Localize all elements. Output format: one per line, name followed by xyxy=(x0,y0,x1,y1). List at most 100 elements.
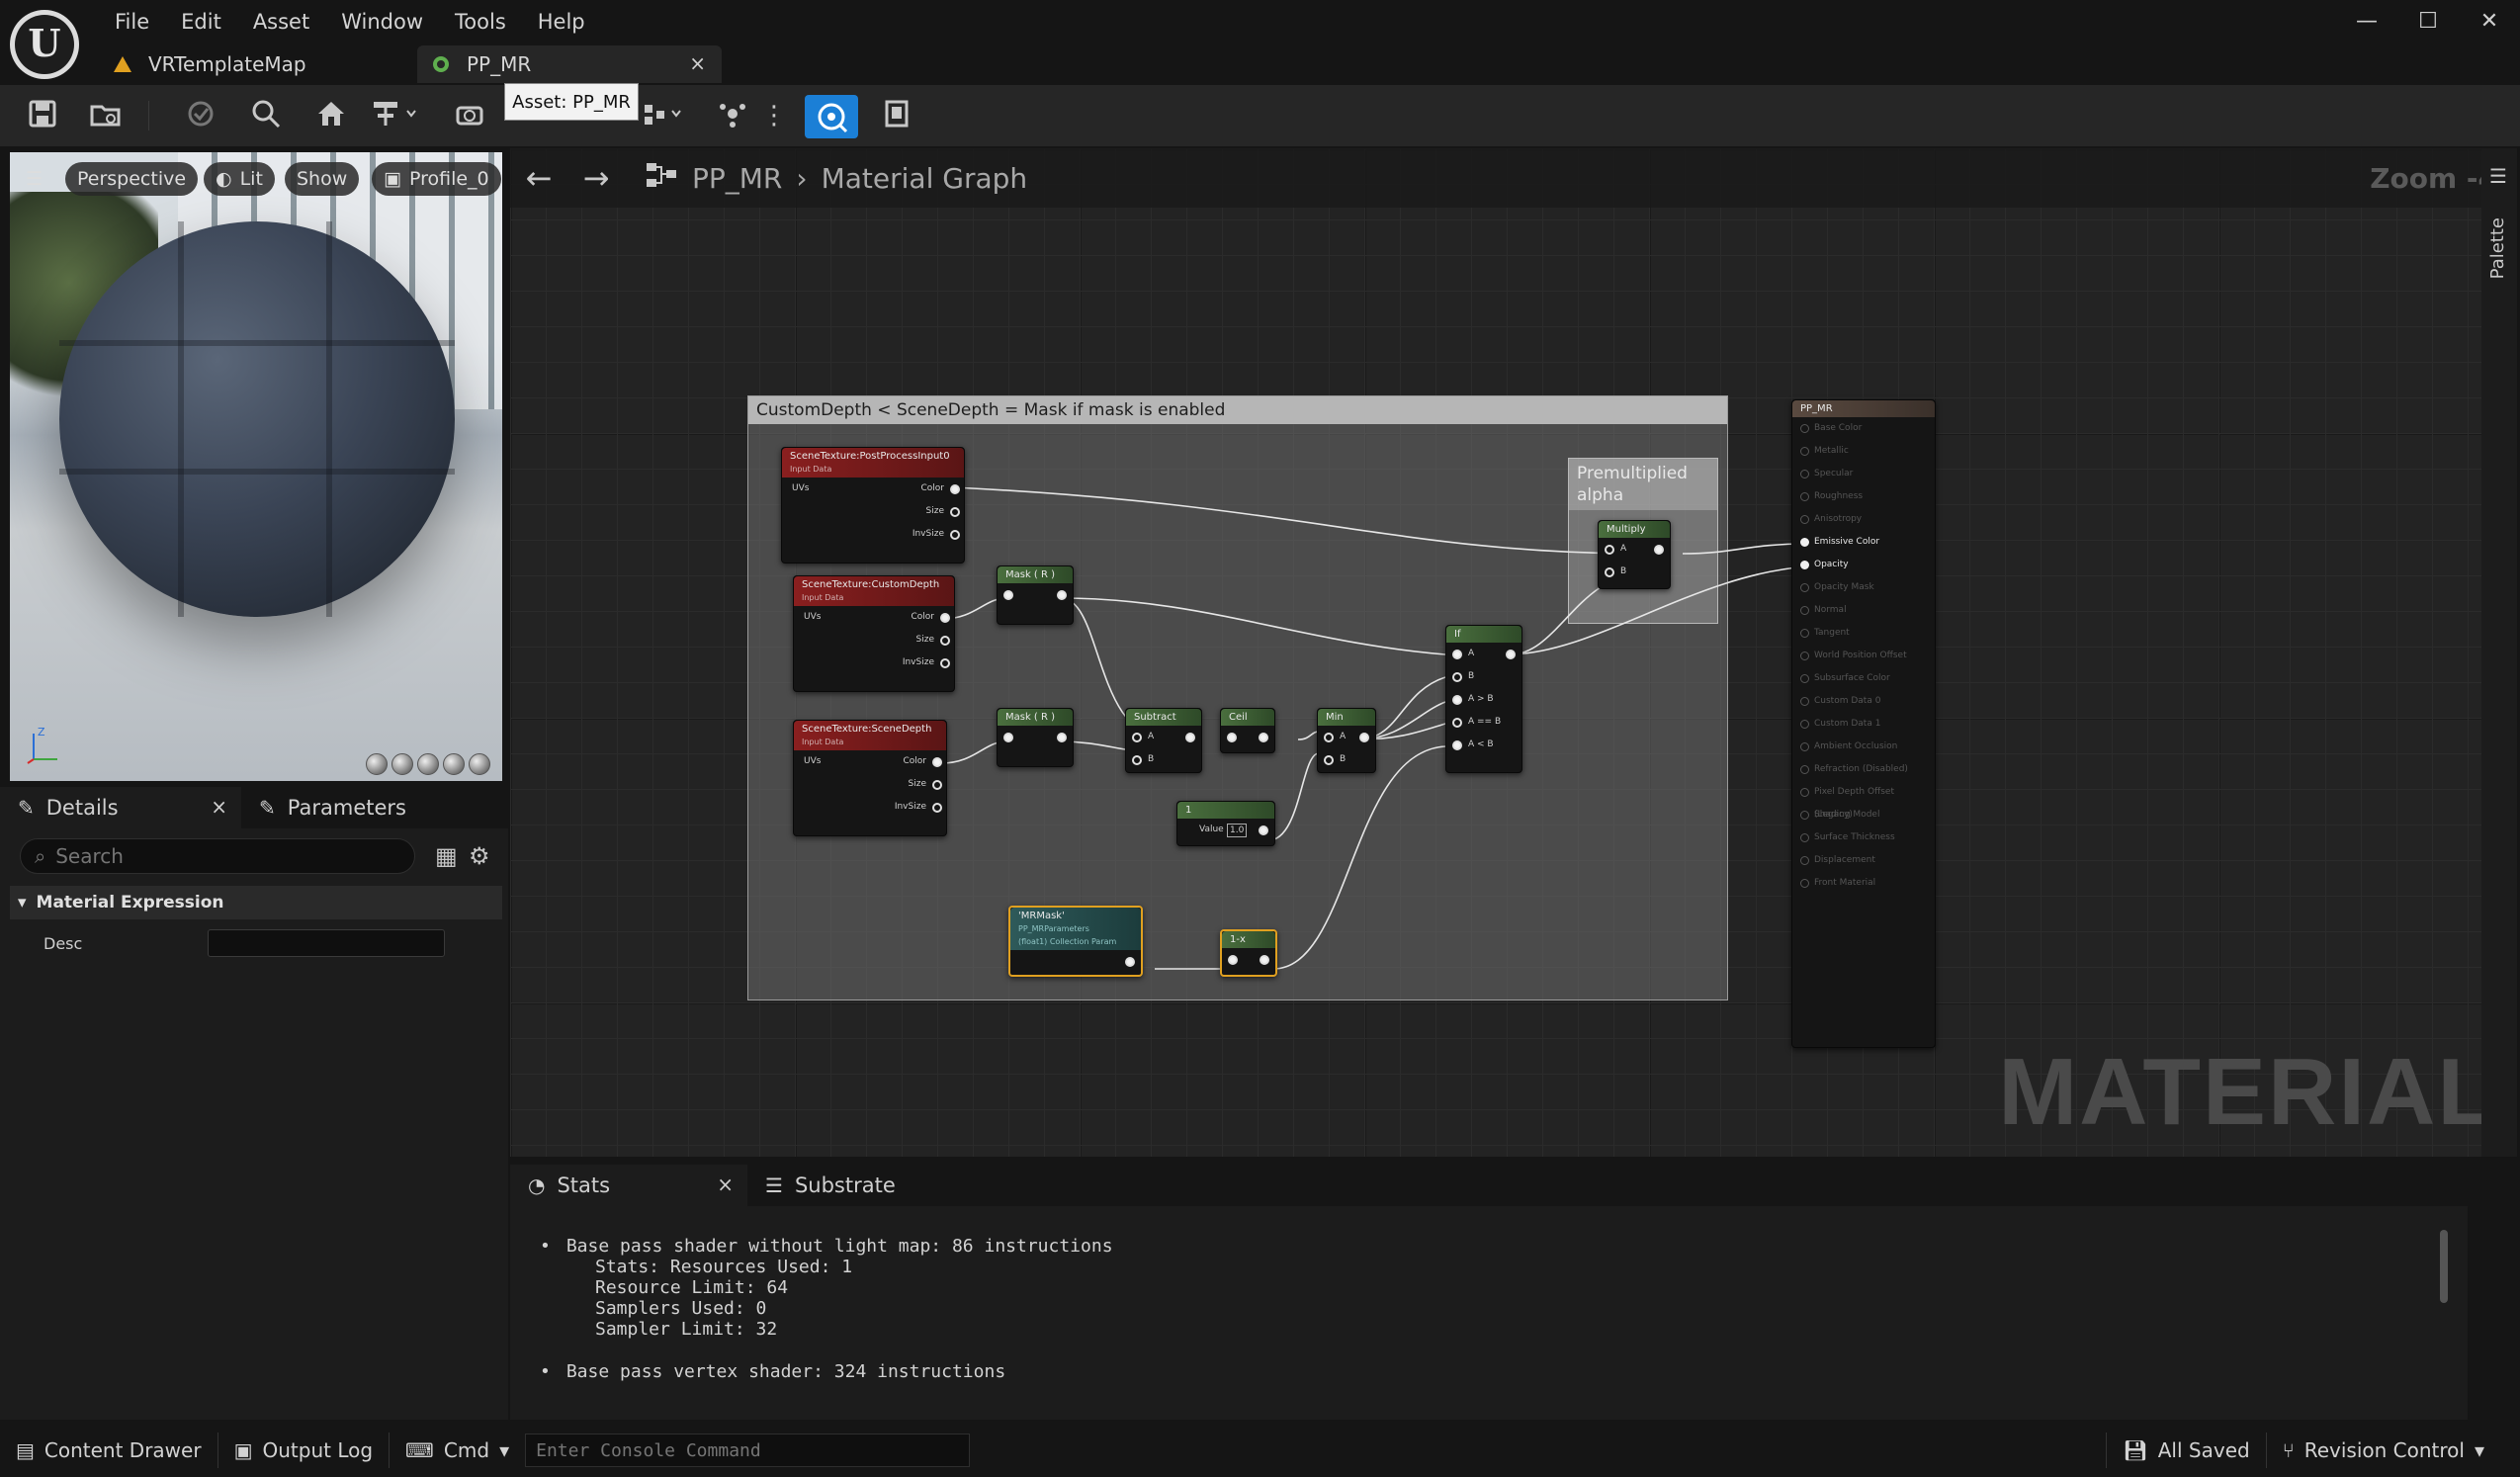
cmd-dropdown[interactable]: ⌨ Cmd ▾ xyxy=(390,1424,525,1477)
tab-stats[interactable]: ◔ Stats × xyxy=(510,1165,747,1206)
pin-b[interactable]: B xyxy=(1468,665,1474,688)
close-tab-icon[interactable]: × xyxy=(689,51,706,75)
pin-b[interactable]: B xyxy=(1620,561,1626,583)
viewport-menu-icon[interactable]: ☰ xyxy=(14,162,54,196)
cube-shape-icon[interactable] xyxy=(443,753,465,775)
pin-dot[interactable] xyxy=(1057,590,1067,600)
stats-scrollbar[interactable] xyxy=(2440,1230,2448,1303)
pin-dot[interactable] xyxy=(950,484,960,494)
material-pin[interactable]: Surface Thickness xyxy=(1792,826,1935,849)
pin-dot[interactable] xyxy=(1800,424,1809,433)
pin-color[interactable]: Color xyxy=(904,750,927,773)
node-constant[interactable]: 1 Value 1.0 xyxy=(1176,801,1275,846)
pin-dot[interactable] xyxy=(1605,545,1614,555)
node-scenetexture-postprocess[interactable]: SceneTexture:PostProcessInput0 Input Dat… xyxy=(781,447,965,564)
pin-dot[interactable] xyxy=(1654,545,1664,555)
material-pin[interactable]: Custom Data 1 xyxy=(1792,713,1935,736)
pin-dot[interactable] xyxy=(1800,447,1809,456)
pin-invsize[interactable]: InvSize xyxy=(912,523,944,546)
camera-icon[interactable] xyxy=(455,99,488,132)
pin-dot[interactable] xyxy=(1800,561,1809,569)
output-log-button[interactable]: ▣ Output Log xyxy=(218,1424,389,1477)
close-window-button[interactable]: ✕ xyxy=(2459,0,2520,43)
palette-menu-icon[interactable]: ☰ xyxy=(2489,164,2507,188)
material-pin[interactable]: Metallic xyxy=(1792,440,1935,463)
pin-a-eq-b[interactable]: A == B xyxy=(1468,711,1501,734)
pin-a[interactable]: A xyxy=(1148,726,1154,748)
menu-window[interactable]: Window xyxy=(325,6,439,38)
pin-dot[interactable] xyxy=(1800,720,1809,729)
breadcrumb-root[interactable]: PP_MR xyxy=(692,162,782,195)
maximize-button[interactable]: ☐ xyxy=(2397,0,2459,43)
pin-dot[interactable] xyxy=(1800,788,1809,797)
pin-dot[interactable] xyxy=(1452,672,1462,682)
pin-a-lt-b[interactable]: A < B xyxy=(1468,734,1494,756)
pin-dot[interactable] xyxy=(1324,755,1334,765)
pin-dot[interactable] xyxy=(1125,957,1135,967)
pin-dot[interactable] xyxy=(1132,755,1142,765)
save-icon[interactable] xyxy=(26,99,59,132)
pin-a[interactable]: A xyxy=(1468,643,1474,665)
material-graph-editor[interactable]: CustomDepth < SceneDepth = Mask if mask … xyxy=(510,148,2507,1157)
node-min[interactable]: Min A B xyxy=(1317,708,1376,773)
pin-uvs[interactable]: UVs xyxy=(804,606,821,629)
details-search-input[interactable] xyxy=(55,844,392,868)
pin-dot[interactable] xyxy=(1605,567,1614,577)
pin-dot[interactable] xyxy=(1452,650,1462,659)
pin-a[interactable]: A xyxy=(1340,726,1346,748)
material-pin[interactable]: Shading Model xyxy=(1792,804,1935,826)
settings-gear-icon[interactable]: ⚙ xyxy=(469,842,490,870)
pin-dot[interactable] xyxy=(1452,718,1462,728)
revision-control-button[interactable]: ⑂ Revision Control ▾ xyxy=(2267,1424,2500,1477)
pin-dot[interactable] xyxy=(1260,955,1269,965)
node-subtract[interactable]: Subtract A B xyxy=(1125,708,1202,773)
palette-strip[interactable]: ☰ Palette xyxy=(2481,148,2517,1157)
menu-tools[interactable]: Tools xyxy=(439,6,522,38)
pin-b[interactable]: B xyxy=(1340,748,1346,771)
material-pin[interactable]: Opacity Mask xyxy=(1792,576,1935,599)
palette-tab[interactable]: Palette xyxy=(2487,217,2508,279)
pin-dot[interactable] xyxy=(1359,733,1369,742)
pin-dot[interactable] xyxy=(1228,955,1238,965)
pin-a[interactable]: A xyxy=(1620,538,1626,561)
material-pin[interactable]: Ambient Occlusion xyxy=(1792,736,1935,758)
pin-dot[interactable] xyxy=(1800,856,1809,865)
browse-icon[interactable] xyxy=(89,99,123,132)
pin-dot[interactable] xyxy=(940,636,950,646)
console-command-input[interactable] xyxy=(525,1434,971,1467)
material-expression-section[interactable]: ▾ Material Expression xyxy=(10,886,502,919)
node-multiply[interactable]: Multiply A B xyxy=(1598,520,1671,589)
constant-value-input[interactable]: 1.0 xyxy=(1227,824,1248,837)
pin-color[interactable]: Color xyxy=(921,478,945,500)
pin-dot[interactable] xyxy=(1800,742,1809,751)
material-pin[interactable]: Anisotropy xyxy=(1792,508,1935,531)
tab-substrate[interactable]: ☰ Substrate xyxy=(747,1165,896,1206)
pin-a-gt-b[interactable]: A > B xyxy=(1468,688,1494,711)
content-drawer-button[interactable]: ▤ Content Drawer xyxy=(0,1424,217,1477)
node-ceil[interactable]: Ceil xyxy=(1220,708,1275,753)
pin-dot[interactable] xyxy=(1800,697,1809,706)
pin-dot[interactable] xyxy=(1452,740,1462,750)
tab-details[interactable]: ✎ Details × xyxy=(0,787,241,828)
pin-dot[interactable] xyxy=(1800,811,1809,820)
search-icon[interactable] xyxy=(249,99,283,132)
pin-dot[interactable] xyxy=(932,803,942,813)
back-arrow-icon[interactable]: ← xyxy=(510,159,567,197)
sphere-shape-icon[interactable] xyxy=(391,753,413,775)
node-scenetexture-customdepth[interactable]: SceneTexture:CustomDepth Input Data UVs C… xyxy=(793,575,955,692)
custom-mesh-icon[interactable] xyxy=(469,753,490,775)
material-pin[interactable]: Custom Data 0 xyxy=(1792,690,1935,713)
more-options-icon[interactable]: ⋮ xyxy=(757,99,791,132)
pin-color[interactable]: Color xyxy=(912,606,935,629)
pin-dot[interactable] xyxy=(1452,695,1462,705)
menu-asset[interactable]: Asset xyxy=(237,6,325,38)
pin-size[interactable]: Size xyxy=(909,773,926,796)
pin-dot[interactable] xyxy=(1800,674,1809,683)
node-mrmask-param[interactable]: 'MRMask' PP_MRParameters (float1) Collec… xyxy=(1008,906,1143,977)
material-pin[interactable]: Subsurface Color xyxy=(1792,667,1935,690)
material-pin[interactable]: Refraction (Disabled) xyxy=(1792,758,1935,781)
hierarchy-icon[interactable] xyxy=(372,99,416,132)
pin-dot[interactable] xyxy=(1259,733,1268,742)
pin-dot[interactable] xyxy=(1800,538,1809,547)
pin-dot[interactable] xyxy=(1259,825,1268,835)
